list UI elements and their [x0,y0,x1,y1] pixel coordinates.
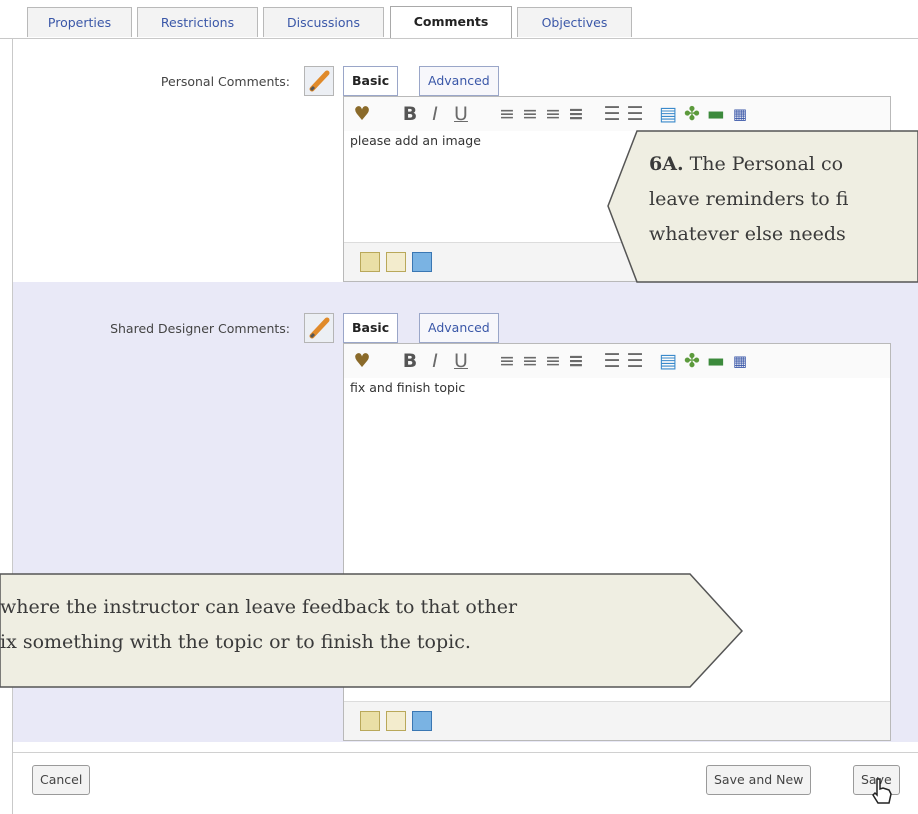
tab-restrictions[interactable]: Restrictions [137,7,258,37]
align-left-icon[interactable]: ≡ [497,103,517,125]
align-left-icon[interactable]: ≡ [497,350,517,372]
personal-comment-text[interactable]: please add an image [350,133,481,148]
shared-comment-text[interactable]: fix and finish topic [350,380,465,395]
align-center-icon[interactable]: ≡ [520,350,540,372]
find-icon[interactable] [386,252,406,272]
table-icon[interactable]: ▤ [658,103,678,125]
underline-icon[interactable]: U [451,103,471,125]
shared-comments-label: Shared Designer Comments: [110,321,290,336]
callout-b-line2: ix something with the topic or to finish… [0,631,471,653]
numbered-list-icon[interactable]: ☰ [625,350,645,372]
button-divider [13,752,918,753]
paste-icon[interactable] [360,711,380,731]
shared-advanced-tab[interactable]: Advanced [419,313,499,343]
tab-bar: Properties Restrictions Discussions Comm… [0,0,918,39]
personal-edit-button[interactable] [304,66,334,96]
personal-comments-label: Personal Comments: [160,74,290,89]
tab-comments[interactable]: Comments [390,6,512,38]
cancel-button[interactable]: Cancel [32,765,91,795]
special-icon[interactable]: ▦ [730,350,750,372]
personal-basic-tab[interactable]: Basic [343,66,399,96]
callout-b-line1: where the instructor can leave feedback … [0,596,518,618]
italic-icon[interactable]: I [426,350,444,372]
link-icon[interactable]: ✤ [682,350,702,372]
callout-a-bold: 6A. [649,153,684,175]
find-icon[interactable] [386,711,406,731]
spellcheck-icon[interactable]: ♥ [350,103,374,125]
pencil-icon [309,70,330,92]
bold-icon[interactable]: B [400,350,420,372]
callout-b: where the instructor can leave feedback … [0,590,690,660]
callout-a: 6A. The Personal co leave reminders to f… [649,147,918,252]
bullet-list-icon[interactable]: ☰ [602,103,622,125]
save-and-new-button[interactable]: Save and New [706,765,812,795]
align-center-icon[interactable]: ≡ [520,103,540,125]
personal-toolbar: ♥ B I U ≡ ≡ ≡ ≡ ☰ ☰ ▤ ✤ ▬ ▦ [344,97,890,131]
justify-icon[interactable]: ≡ [566,350,586,372]
shared-toolbar: ♥ B I U ≡ ≡ ≡ ≡ ☰ ☰ ▤ ✤ ▬ ▦ [344,344,890,378]
shared-basic-tab[interactable]: Basic [343,313,399,343]
spellcheck-icon[interactable]: ♥ [350,350,374,372]
underline-icon[interactable]: U [451,350,471,372]
image-icon[interactable]: ▬ [706,350,726,372]
tab-properties[interactable]: Properties [27,7,132,37]
pencil-icon [309,317,330,339]
link-icon[interactable]: ✤ [682,103,702,125]
callout-a-line1: The Personal co [683,153,844,175]
tab-discussions[interactable]: Discussions [263,7,384,37]
align-right-icon[interactable]: ≡ [543,350,563,372]
paste-icon[interactable] [360,252,380,272]
callout-a-line2: leave reminders to fi [649,188,849,210]
fullscreen-icon[interactable] [412,252,432,272]
bold-icon[interactable]: B [400,103,420,125]
justify-icon[interactable]: ≡ [566,103,586,125]
shared-editor-footer [344,701,890,740]
callout-a-line3: whatever else needs [649,223,846,245]
hand-cursor-icon [872,778,892,804]
fullscreen-icon[interactable] [412,711,432,731]
personal-advanced-tab[interactable]: Advanced [419,66,499,96]
shared-edit-button[interactable] [304,313,334,343]
special-icon[interactable]: ▦ [730,103,750,125]
bullet-list-icon[interactable]: ☰ [602,350,622,372]
italic-icon[interactable]: I [426,103,444,125]
tab-objectives[interactable]: Objectives [517,7,632,37]
image-icon[interactable]: ▬ [706,103,726,125]
numbered-list-icon[interactable]: ☰ [625,103,645,125]
align-right-icon[interactable]: ≡ [543,103,563,125]
table-icon[interactable]: ▤ [658,350,678,372]
